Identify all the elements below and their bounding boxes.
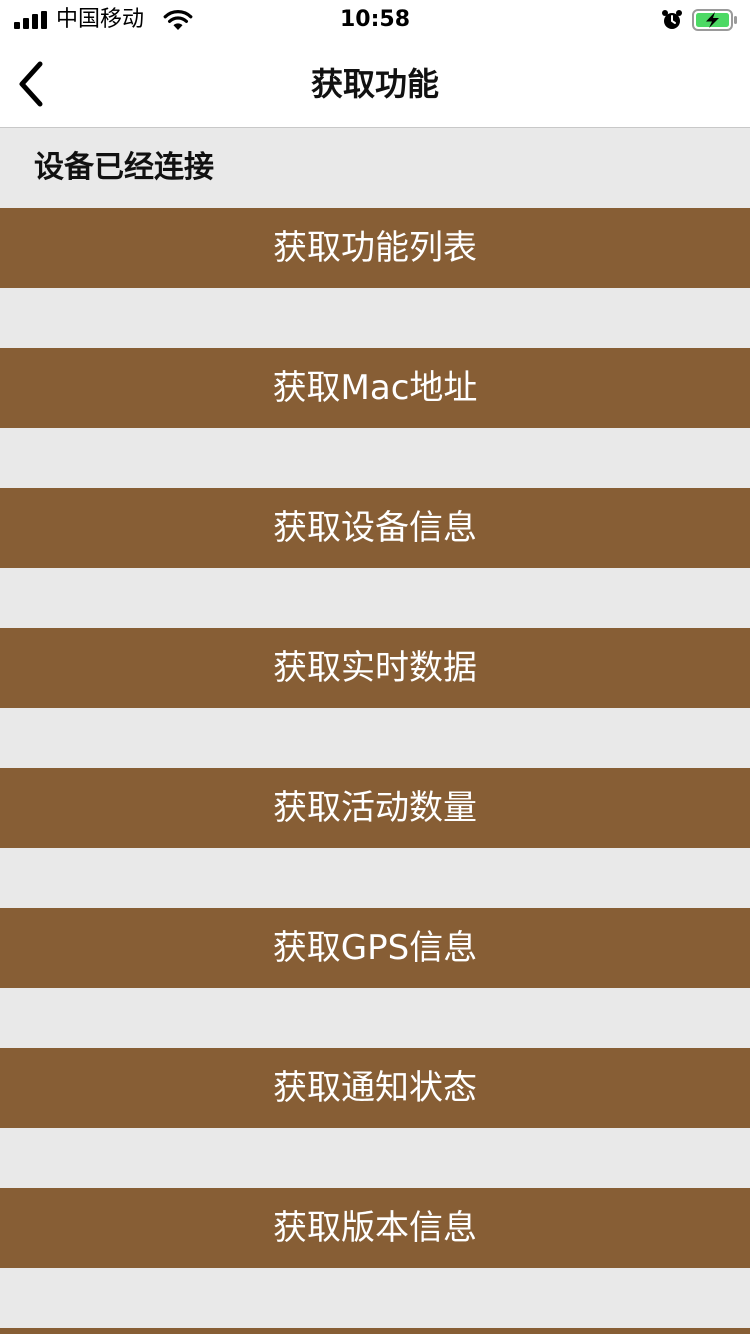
get-device-info-button[interactable]: 获取设备信息 [0, 488, 750, 568]
get-notification-status-button[interactable]: 获取通知状态 [0, 1048, 750, 1128]
get-realtime-data-button[interactable]: 获取实时数据 [0, 628, 750, 708]
get-mac-address-button[interactable]: 获取Mac地址 [0, 348, 750, 428]
navigation-bar: 获取功能 [0, 40, 750, 128]
status-bar: 中国移动 10:58 [0, 0, 750, 40]
get-gps-info-button[interactable]: 获取GPS信息 [0, 908, 750, 988]
get-activity-count-button[interactable]: 获取活动数量 [0, 768, 750, 848]
page-title: 获取功能 [310, 65, 439, 103]
get-version-info-button[interactable]: 获取版本信息 [0, 1188, 750, 1268]
get-feature-list-button[interactable]: 获取功能列表 [0, 208, 750, 288]
status-time: 10:58 [339, 7, 411, 32]
battery-charging-icon [692, 9, 737, 31]
next-action-button-partial[interactable] [0, 1328, 750, 1334]
connection-status-label: 设备已经连接 [34, 150, 214, 185]
alarm-clock-icon [662, 10, 682, 29]
